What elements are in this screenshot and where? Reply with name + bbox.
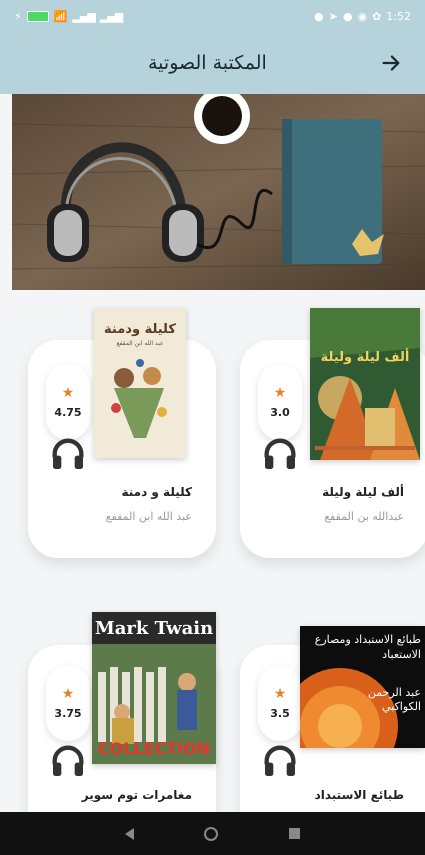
book-cover[interactable]: Mark Twain COLLECTION: [92, 612, 216, 764]
nav-home-icon[interactable]: [204, 826, 219, 841]
charging-icon: ⚡: [14, 9, 22, 23]
book-title: ألف ليلة وليلة: [322, 485, 404, 499]
rating-value: 3.0: [270, 405, 290, 419]
notification-icon: ●: [314, 9, 324, 23]
headphones-icon[interactable]: [260, 741, 300, 781]
arrow-right-icon: [382, 55, 400, 71]
rating-badge: ★ 3.5: [258, 665, 302, 741]
book-title: كليلة و دمنة: [121, 485, 192, 499]
hero-image: [12, 94, 425, 290]
cover-subtitle: COLLECTION: [97, 739, 211, 758]
rating-value: 3.75: [54, 706, 82, 720]
headphones-icon[interactable]: [260, 434, 300, 474]
book-title: مغامرات توم سوير: [81, 788, 192, 802]
star-icon: ★: [61, 685, 75, 702]
system-nav-bar: [0, 812, 425, 855]
rating-value: 4.75: [54, 405, 82, 419]
signal-icon-2: ▂▄▆: [99, 9, 123, 23]
nav-back-icon[interactable]: [125, 827, 135, 840]
app-bar: المكتبة الصوتية: [0, 32, 425, 94]
app-icon: ◉: [357, 9, 368, 23]
rating-badge: ★ 3.0: [258, 364, 302, 440]
status-time: 1:52: [386, 9, 411, 23]
cover-title: ألف ليلة وليلة: [320, 350, 410, 365]
notification-icon-2: ●: [342, 9, 353, 23]
wifi-icon: 📶: [53, 9, 68, 23]
signal-icon: ▂▄▆: [72, 9, 95, 23]
cover-subtitle: عبد الرحمن الكواكبي: [367, 686, 421, 713]
rating-value: 3.5: [270, 706, 290, 720]
star-icon: ★: [273, 685, 287, 702]
book-cover[interactable]: ألف ليلة وليلة: [310, 308, 420, 460]
book-title: طبائع الاستبداد: [314, 788, 404, 802]
star-icon: ★: [273, 384, 287, 401]
battery-icon: [26, 10, 49, 22]
cover-title: طبائع الاستبداد ومصارع الاستعباد: [314, 633, 421, 661]
settings-icon: ✿: [372, 9, 382, 23]
status-right: ● ➤ ● ◉ ✿ 1:52: [314, 10, 411, 23]
rating-badge: ★ 3.75: [46, 665, 90, 741]
book-cover[interactable]: طبائع الاستبداد ومصارع الاستعباد عبد الر…: [300, 626, 425, 748]
nav-recents-icon[interactable]: [288, 828, 300, 839]
book-cover[interactable]: كليلة ودمنة عبد الله ابن المقفع: [94, 308, 186, 458]
book-author: عبد الله ابن المقفع: [105, 510, 192, 523]
page-title: المكتبة الصوتية: [148, 52, 267, 74]
rating-badge: ★ 4.75: [46, 364, 90, 440]
telegram-icon: ➤: [328, 9, 338, 23]
back-button[interactable]: [375, 47, 407, 79]
status-bar: ⚡ 📶 ▂▄▆ ▂▄▆ ● ➤ ● ◉ ✿ 1:52: [0, 0, 425, 32]
status-left: ⚡ 📶 ▂▄▆ ▂▄▆: [14, 9, 123, 23]
headphones-icon[interactable]: [48, 741, 88, 781]
book-author: عبدالله بن المقفع: [324, 510, 404, 523]
star-icon: ★: [61, 384, 75, 401]
headphones-icon[interactable]: [48, 434, 88, 474]
